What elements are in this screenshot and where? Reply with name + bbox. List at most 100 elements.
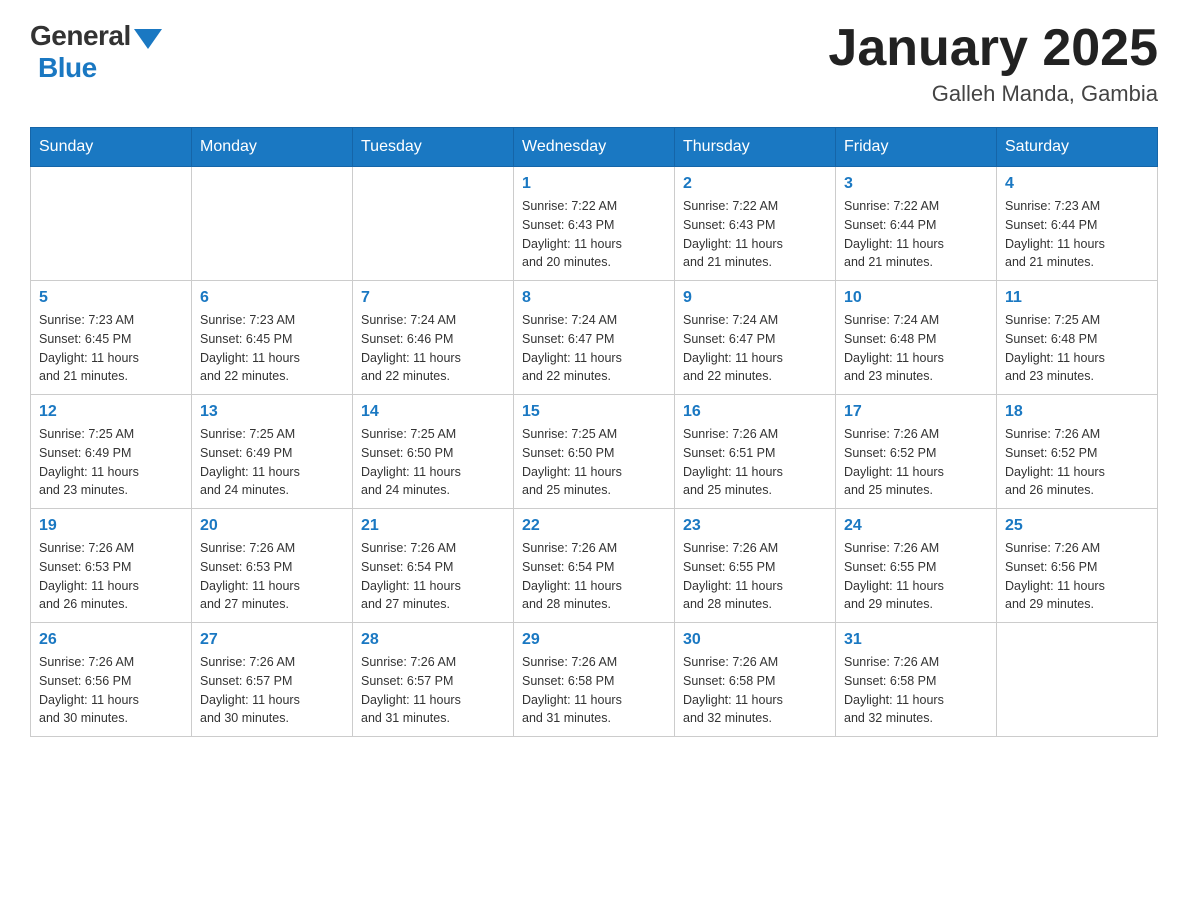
day-number: 2 xyxy=(683,175,827,193)
day-number: 21 xyxy=(361,517,505,535)
calendar-cell: 15 Sunrise: 7:25 AM Sunset: 6:50 PM Dayli… xyxy=(514,395,675,509)
day-number: 7 xyxy=(361,289,505,307)
day-number: 17 xyxy=(844,403,988,421)
day-info: Sunrise: 7:24 AM Sunset: 6:48 PM Dayligh… xyxy=(844,311,988,386)
calendar-cell: 7 Sunrise: 7:24 AM Sunset: 6:46 PM Daylig… xyxy=(353,281,514,395)
day-info: Sunrise: 7:22 AM Sunset: 6:44 PM Dayligh… xyxy=(844,197,988,272)
day-info: Sunrise: 7:22 AM Sunset: 6:43 PM Dayligh… xyxy=(522,197,666,272)
week-row-3: 12 Sunrise: 7:25 AM Sunset: 6:49 PM Dayli… xyxy=(31,395,1158,509)
calendar-cell: 27 Sunrise: 7:26 AM Sunset: 6:57 PM Dayli… xyxy=(192,623,353,737)
page-header: General Blue January 2025 Galleh Manda, … xyxy=(30,20,1158,107)
day-header-sunday: Sunday xyxy=(31,128,192,167)
day-info: Sunrise: 7:26 AM Sunset: 6:54 PM Dayligh… xyxy=(361,539,505,614)
day-number: 19 xyxy=(39,517,183,535)
day-number: 4 xyxy=(1005,175,1149,193)
calendar-cell: 25Sunrise: 7:26 AM Sunset: 6:56 PM Dayli… xyxy=(997,509,1158,623)
day-info: Sunrise: 7:26 AM Sunset: 6:57 PM Dayligh… xyxy=(200,653,344,728)
day-info: Sunrise: 7:26 AM Sunset: 6:55 PM Dayligh… xyxy=(844,539,988,614)
day-header-friday: Friday xyxy=(836,128,997,167)
day-info: Sunrise: 7:23 AM Sunset: 6:44 PM Dayligh… xyxy=(1005,197,1149,272)
day-info: Sunrise: 7:26 AM Sunset: 6:54 PM Dayligh… xyxy=(522,539,666,614)
day-info: Sunrise: 7:26 AM Sunset: 6:53 PM Dayligh… xyxy=(39,539,183,614)
day-info: Sunrise: 7:25 AM Sunset: 6:49 PM Dayligh… xyxy=(200,425,344,500)
day-info: Sunrise: 7:26 AM Sunset: 6:52 PM Dayligh… xyxy=(844,425,988,500)
calendar-cell: 5 Sunrise: 7:23 AM Sunset: 6:45 PM Daylig… xyxy=(31,281,192,395)
calendar-cell: 16Sunrise: 7:26 AM Sunset: 6:51 PM Dayli… xyxy=(675,395,836,509)
day-header-tuesday: Tuesday xyxy=(353,128,514,167)
day-info: Sunrise: 7:25 AM Sunset: 6:49 PM Dayligh… xyxy=(39,425,183,500)
day-info: Sunrise: 7:26 AM Sunset: 6:55 PM Dayligh… xyxy=(683,539,827,614)
day-number: 10 xyxy=(844,289,988,307)
logo-general-text: General xyxy=(30,20,131,52)
calendar-cell xyxy=(997,623,1158,737)
logo-triangle-icon xyxy=(134,29,162,49)
day-header-saturday: Saturday xyxy=(997,128,1158,167)
day-number: 8 xyxy=(522,289,666,307)
day-number: 3 xyxy=(844,175,988,193)
day-info: Sunrise: 7:24 AM Sunset: 6:46 PM Dayligh… xyxy=(361,311,505,386)
calendar-cell: 29Sunrise: 7:26 AM Sunset: 6:58 PM Dayli… xyxy=(514,623,675,737)
day-number: 5 xyxy=(39,289,183,307)
day-number: 1 xyxy=(522,175,666,193)
calendar-table: SundayMondayTuesdayWednesdayThursdayFrid… xyxy=(30,127,1158,737)
day-number: 14 xyxy=(361,403,505,421)
day-number: 11 xyxy=(1005,289,1149,307)
calendar-cell: 6Sunrise: 7:23 AM Sunset: 6:45 PM Daylig… xyxy=(192,281,353,395)
week-row-2: 5 Sunrise: 7:23 AM Sunset: 6:45 PM Daylig… xyxy=(31,281,1158,395)
calendar-cell: 22 Sunrise: 7:26 AM Sunset: 6:54 PM Dayli… xyxy=(514,509,675,623)
day-info: Sunrise: 7:26 AM Sunset: 6:53 PM Dayligh… xyxy=(200,539,344,614)
calendar-cell: 17 Sunrise: 7:26 AM Sunset: 6:52 PM Dayli… xyxy=(836,395,997,509)
day-info: Sunrise: 7:23 AM Sunset: 6:45 PM Dayligh… xyxy=(200,311,344,386)
calendar-cell: 28 Sunrise: 7:26 AM Sunset: 6:57 PM Dayli… xyxy=(353,623,514,737)
day-number: 9 xyxy=(683,289,827,307)
day-info: Sunrise: 7:26 AM Sunset: 6:51 PM Dayligh… xyxy=(683,425,827,500)
week-row-1: 1 Sunrise: 7:22 AM Sunset: 6:43 PM Daylig… xyxy=(31,167,1158,281)
day-number: 24 xyxy=(844,517,988,535)
day-info: Sunrise: 7:26 AM Sunset: 6:58 PM Dayligh… xyxy=(683,653,827,728)
calendar-cell: 1 Sunrise: 7:22 AM Sunset: 6:43 PM Daylig… xyxy=(514,167,675,281)
calendar-cell: 13Sunrise: 7:25 AM Sunset: 6:49 PM Dayli… xyxy=(192,395,353,509)
calendar-header-row: SundayMondayTuesdayWednesdayThursdayFrid… xyxy=(31,128,1158,167)
day-info: Sunrise: 7:26 AM Sunset: 6:58 PM Dayligh… xyxy=(522,653,666,728)
logo: General Blue xyxy=(30,20,162,84)
calendar-cell: 31 Sunrise: 7:26 AM Sunset: 6:58 PM Dayli… xyxy=(836,623,997,737)
calendar-subtitle: Galleh Manda, Gambia xyxy=(828,81,1158,107)
day-info: Sunrise: 7:22 AM Sunset: 6:43 PM Dayligh… xyxy=(683,197,827,272)
week-row-4: 19 Sunrise: 7:26 AM Sunset: 6:53 PM Dayli… xyxy=(31,509,1158,623)
calendar-cell: 12 Sunrise: 7:25 AM Sunset: 6:49 PM Dayli… xyxy=(31,395,192,509)
day-info: Sunrise: 7:25 AM Sunset: 6:50 PM Dayligh… xyxy=(522,425,666,500)
calendar-cell: 10 Sunrise: 7:24 AM Sunset: 6:48 PM Dayli… xyxy=(836,281,997,395)
calendar-cell: 4 Sunrise: 7:23 AM Sunset: 6:44 PM Daylig… xyxy=(997,167,1158,281)
calendar-title: January 2025 xyxy=(828,20,1158,77)
calendar-cell: 11 Sunrise: 7:25 AM Sunset: 6:48 PM Dayli… xyxy=(997,281,1158,395)
day-number: 12 xyxy=(39,403,183,421)
day-info: Sunrise: 7:23 AM Sunset: 6:45 PM Dayligh… xyxy=(39,311,183,386)
calendar-cell: 18 Sunrise: 7:26 AM Sunset: 6:52 PM Dayli… xyxy=(997,395,1158,509)
day-info: Sunrise: 7:26 AM Sunset: 6:58 PM Dayligh… xyxy=(844,653,988,728)
day-info: Sunrise: 7:25 AM Sunset: 6:50 PM Dayligh… xyxy=(361,425,505,500)
title-section: January 2025 Galleh Manda, Gambia xyxy=(828,20,1158,107)
day-info: Sunrise: 7:25 AM Sunset: 6:48 PM Dayligh… xyxy=(1005,311,1149,386)
day-info: Sunrise: 7:26 AM Sunset: 6:57 PM Dayligh… xyxy=(361,653,505,728)
day-info: Sunrise: 7:26 AM Sunset: 6:56 PM Dayligh… xyxy=(39,653,183,728)
calendar-cell: 19 Sunrise: 7:26 AM Sunset: 6:53 PM Dayli… xyxy=(31,509,192,623)
calendar-cell: 23Sunrise: 7:26 AM Sunset: 6:55 PM Dayli… xyxy=(675,509,836,623)
calendar-cell xyxy=(192,167,353,281)
day-number: 27 xyxy=(200,631,344,649)
calendar-cell xyxy=(353,167,514,281)
day-number: 25 xyxy=(1005,517,1149,535)
day-header-wednesday: Wednesday xyxy=(514,128,675,167)
day-number: 22 xyxy=(522,517,666,535)
calendar-cell: 24 Sunrise: 7:26 AM Sunset: 6:55 PM Dayli… xyxy=(836,509,997,623)
calendar-cell xyxy=(31,167,192,281)
calendar-cell: 30Sunrise: 7:26 AM Sunset: 6:58 PM Dayli… xyxy=(675,623,836,737)
day-number: 31 xyxy=(844,631,988,649)
calendar-cell: 21 Sunrise: 7:26 AM Sunset: 6:54 PM Dayli… xyxy=(353,509,514,623)
day-number: 18 xyxy=(1005,403,1149,421)
calendar-cell: 26 Sunrise: 7:26 AM Sunset: 6:56 PM Dayli… xyxy=(31,623,192,737)
day-number: 15 xyxy=(522,403,666,421)
day-info: Sunrise: 7:24 AM Sunset: 6:47 PM Dayligh… xyxy=(522,311,666,386)
day-number: 28 xyxy=(361,631,505,649)
day-number: 26 xyxy=(39,631,183,649)
day-info: Sunrise: 7:26 AM Sunset: 6:52 PM Dayligh… xyxy=(1005,425,1149,500)
